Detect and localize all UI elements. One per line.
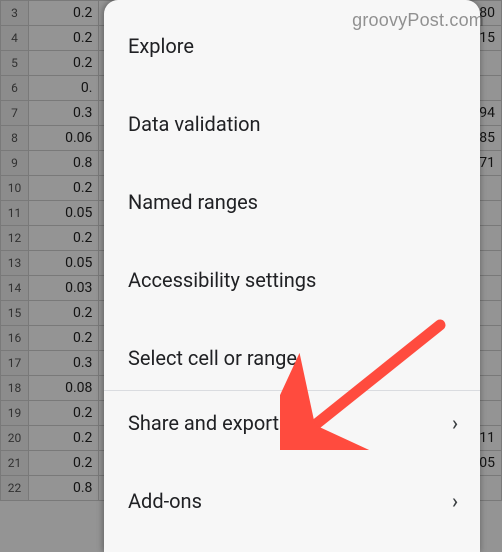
cell[interactable]: 0.06 (28, 126, 99, 151)
row-header: 3 (1, 1, 29, 26)
cell[interactable]: 0.2 (28, 426, 99, 451)
row-header: 10 (1, 176, 29, 201)
menu-item-accessibility[interactable]: Accessibility settings (104, 248, 480, 312)
cell[interactable]: 0.2 (28, 26, 99, 51)
menu-gap (104, 312, 480, 326)
cell[interactable]: 0.03 (28, 276, 99, 301)
cell[interactable]: 0.2 (28, 301, 99, 326)
row-header: 16 (1, 326, 29, 351)
menu-item-label: Share and export (128, 411, 279, 435)
chevron-right-icon: › (444, 489, 458, 513)
row-header: 21 (1, 451, 29, 476)
row-header: 6 (1, 76, 29, 101)
cell[interactable]: 0.3 (28, 351, 99, 376)
chevron-right-icon: › (444, 411, 458, 435)
cell[interactable]: 0.08 (28, 376, 99, 401)
cell[interactable]: 0.3 (28, 101, 99, 126)
row-header: 7 (1, 101, 29, 126)
row-header: 18 (1, 376, 29, 401)
row-header: 13 (1, 251, 29, 276)
row-header: 11 (1, 201, 29, 226)
menu-item-add-ons[interactable]: Add-ons › (104, 469, 480, 533)
row-header: 8 (1, 126, 29, 151)
cell[interactable]: 0.2 (28, 51, 99, 76)
cell[interactable]: 0.05 (28, 201, 99, 226)
cell[interactable]: 0.05 (28, 251, 99, 276)
cell[interactable]: 0. (28, 76, 99, 101)
row-header: 19 (1, 401, 29, 426)
cell[interactable]: 0.8 (28, 476, 99, 501)
row-header: 14 (1, 276, 29, 301)
menu-item-named-ranges[interactable]: Named ranges (104, 170, 480, 234)
cell[interactable]: 0.2 (28, 326, 99, 351)
cell[interactable]: 0.2 (28, 226, 99, 251)
menu-item-label: Explore (128, 34, 194, 58)
row-header: 9 (1, 151, 29, 176)
row-header: 12 (1, 226, 29, 251)
menu-item-label: Add-ons (128, 489, 202, 513)
row-header: 20 (1, 426, 29, 451)
cell[interactable]: 0.8 (28, 151, 99, 176)
row-header: 15 (1, 301, 29, 326)
cell[interactable]: 0.2 (28, 176, 99, 201)
row-header: 17 (1, 351, 29, 376)
cell[interactable]: 0.2 (28, 1, 99, 26)
menu-item-data-validation[interactable]: Data validation (104, 92, 480, 156)
menu-item-share-export[interactable]: Share and export › (104, 391, 480, 455)
cell[interactable]: 0.2 (28, 451, 99, 476)
menu-gap (104, 455, 480, 469)
context-menu: Explore Data validation Named ranges Acc… (104, 0, 480, 552)
menu-gap (104, 78, 480, 92)
menu-item-select-cell[interactable]: Select cell or range (104, 326, 480, 390)
menu-item-label: Data validation (128, 112, 261, 136)
row-header: 5 (1, 51, 29, 76)
menu-item-label: Select cell or range (128, 346, 297, 370)
menu-gap (104, 234, 480, 248)
cell[interactable]: 0.2 (28, 401, 99, 426)
watermark-text: groovyPost.com (352, 10, 484, 31)
row-header: 4 (1, 26, 29, 51)
row-header: 22 (1, 476, 29, 501)
menu-item-label: Accessibility settings (128, 268, 316, 292)
menu-gap (104, 156, 480, 170)
menu-item-label: Named ranges (128, 190, 258, 214)
